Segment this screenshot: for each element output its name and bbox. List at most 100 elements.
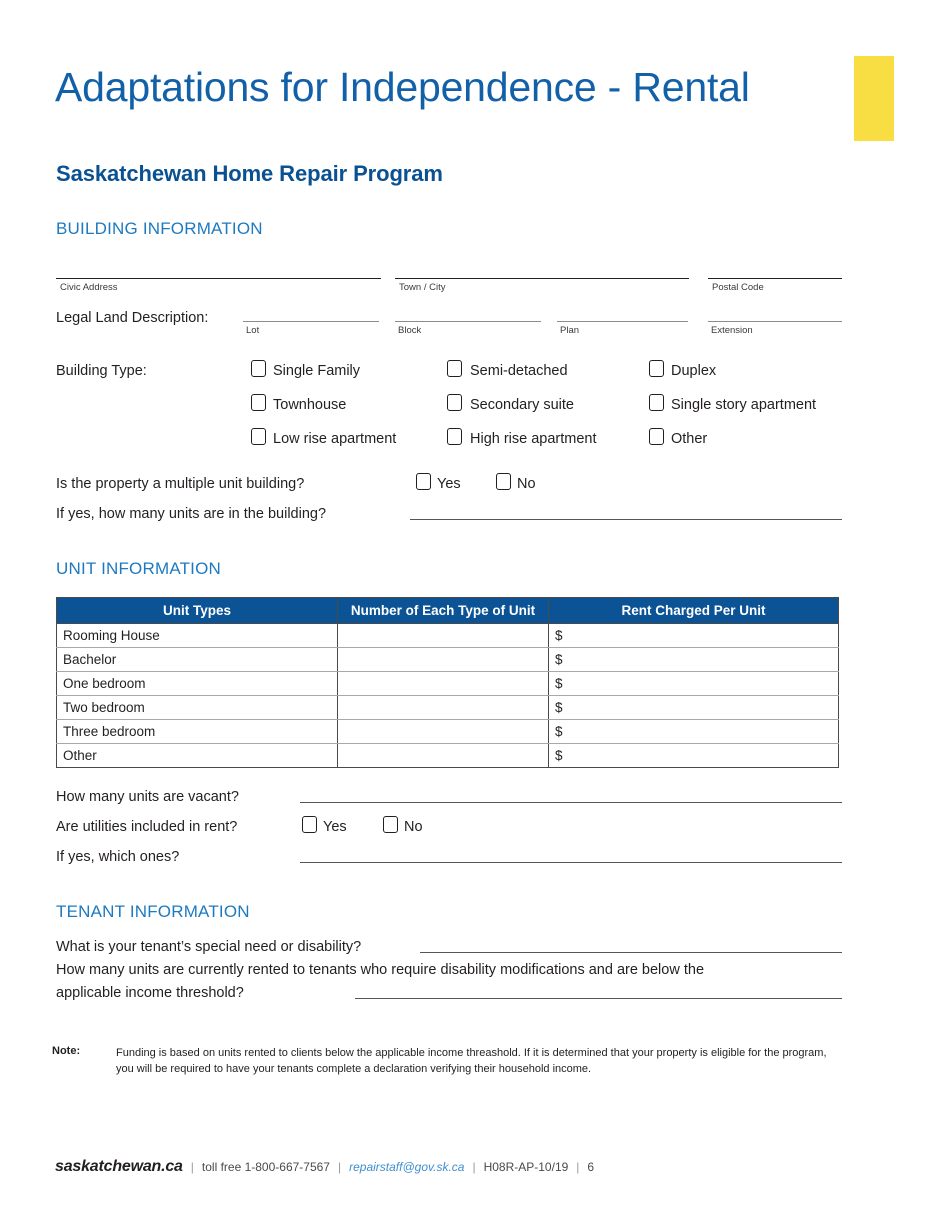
multiple-unit-question: Is the property a multiple unit building… (56, 476, 305, 492)
checkbox-label-townhouse: Townhouse (273, 397, 347, 413)
cell-unit-rent[interactable]: $ (548, 671, 839, 696)
checkbox-label-low-rise-apartment: Low rise apartment (273, 431, 397, 447)
checkbox-label-utilities-yes: Yes (323, 819, 347, 835)
checkbox-utilities-yes[interactable] (302, 816, 317, 833)
program-subtitle: Saskatchewan Home Repair Program (56, 161, 443, 186)
checkbox-label-single-story-apartment: Single story apartment (671, 397, 817, 413)
checkbox-label-utilities-no: No (404, 819, 423, 835)
cell-unit-count[interactable] (337, 671, 549, 696)
block-caption: Block (398, 325, 422, 336)
checkbox-label-single-family: Single Family (273, 363, 361, 379)
checkbox-label-duplex: Duplex (671, 363, 717, 379)
town-city-field[interactable] (395, 278, 689, 279)
checkbox-label-multiple-unit-no: No (517, 476, 536, 492)
checkbox-semi-detached[interactable] (447, 360, 462, 377)
town-city-caption: Town / City (399, 282, 446, 293)
table-row: Three bedroom $ (56, 719, 839, 744)
footer-brand[interactable]: saskatchewan.ca (55, 1158, 183, 1176)
checkbox-label-high-rise-apartment: High rise apartment (470, 431, 597, 447)
table-row: Two bedroom $ (56, 695, 839, 720)
page-title: Adaptations for Independence - Rental (55, 64, 750, 110)
checkbox-label-multiple-unit-yes: Yes (437, 476, 461, 492)
units-vacant-field[interactable] (300, 802, 842, 803)
table-row: Bachelor $ (56, 647, 839, 672)
section-heading-unit-information: UNIT INFORMATION (56, 559, 222, 578)
page-footer: saskatchewan.ca | toll free 1-800-667-75… (55, 1158, 594, 1176)
column-header-number-of-each-type: Number of Each Type of Unit (337, 597, 549, 624)
section-heading-building-information: BUILDING INFORMATION (56, 219, 263, 238)
which-utilities-field[interactable] (300, 862, 842, 863)
cell-unit-type: One bedroom (56, 671, 338, 696)
units-in-building-field[interactable] (410, 519, 842, 520)
lot-caption: Lot (246, 325, 260, 336)
postal-code-field[interactable] (708, 278, 842, 279)
tenant-special-need-field[interactable] (420, 952, 842, 953)
note-label: Note: (52, 1045, 81, 1057)
cell-unit-rent[interactable]: $ (548, 647, 839, 672)
footer-separator: | (190, 1160, 194, 1174)
plan-field[interactable] (557, 321, 688, 322)
plan-caption: Plan (560, 325, 580, 336)
cell-unit-count[interactable] (337, 719, 549, 744)
table-header-row: Unit Types Number of Each Type of Unit R… (56, 597, 839, 624)
checkbox-duplex[interactable] (649, 360, 664, 377)
cell-unit-rent[interactable]: $ (548, 719, 839, 744)
civic-address-field[interactable] (56, 278, 381, 279)
section-heading-tenant-information: TENANT INFORMATION (56, 902, 250, 921)
footer-email-link[interactable]: repairstaff@gov.sk.ca (349, 1160, 464, 1174)
checkbox-single-story-apartment[interactable] (649, 394, 664, 411)
checkbox-multiple-unit-yes[interactable] (416, 473, 431, 490)
cell-unit-type: Bachelor (56, 647, 338, 672)
cell-unit-count[interactable] (337, 695, 549, 720)
footer-separator: | (576, 1160, 580, 1174)
checkbox-low-rise-apartment[interactable] (251, 428, 266, 445)
table-row: Other $ (56, 743, 839, 768)
tenant-rented-question-line1: How many units are currently rented to t… (56, 962, 705, 978)
cell-unit-rent[interactable]: $ (548, 743, 839, 768)
footer-separator: | (472, 1160, 476, 1174)
cell-unit-rent[interactable]: $ (548, 695, 839, 720)
checkbox-high-rise-apartment[interactable] (447, 428, 462, 445)
checkbox-label-other-building-type: Other (671, 431, 708, 447)
footer-toll-free: toll free 1-800-667-7567 (201, 1160, 330, 1174)
tenant-rented-count-field[interactable] (355, 998, 842, 999)
unit-information-table: Unit Types Number of Each Type of Unit R… (56, 597, 839, 768)
cell-unit-rent[interactable]: $ (548, 623, 839, 648)
building-type-label: Building Type: (56, 363, 147, 379)
footer-page-number: 6 (587, 1160, 595, 1174)
cell-unit-count[interactable] (337, 647, 549, 672)
note-text: Funding is based on units rented to clie… (116, 1047, 827, 1075)
checkbox-multiple-unit-no[interactable] (496, 473, 511, 490)
checkbox-label-semi-detached: Semi-detached (470, 363, 568, 379)
units-vacant-question: How many units are vacant? (56, 789, 239, 805)
which-utilities-question: If yes, which ones? (56, 849, 180, 865)
form-page: Adaptations for Independence - Rental Sa… (0, 0, 950, 1230)
footer-form-code: H08R-AP-10/19 (483, 1160, 569, 1174)
checkbox-other-building-type[interactable] (649, 428, 664, 445)
cell-unit-type: Rooming House (56, 623, 338, 648)
tenant-special-need-question: What is your tenant’s special need or di… (56, 939, 362, 955)
utilities-included-question: Are utilities included in rent? (56, 819, 238, 835)
checkbox-secondary-suite[interactable] (447, 394, 462, 411)
cell-unit-count[interactable] (337, 743, 549, 768)
block-field[interactable] (395, 321, 541, 322)
table-row: Rooming House $ (56, 623, 839, 648)
extension-caption: Extension (711, 325, 753, 336)
table-row: One bedroom $ (56, 671, 839, 696)
checkbox-utilities-no[interactable] (383, 816, 398, 833)
cell-unit-count[interactable] (337, 623, 549, 648)
footer-separator: | (337, 1160, 342, 1174)
cell-unit-type: Other (56, 743, 338, 768)
checkbox-label-secondary-suite: Secondary suite (470, 397, 574, 413)
tenant-rented-question-line2: applicable income threshold? (56, 985, 244, 1001)
legal-land-description-label: Legal Land Description: (56, 310, 209, 326)
checkbox-single-family[interactable] (251, 360, 266, 377)
column-header-rent-charged: Rent Charged Per Unit (548, 597, 839, 624)
extension-field[interactable] (708, 321, 842, 322)
units-in-building-question: If yes, how many units are in the buildi… (56, 506, 327, 522)
checkbox-townhouse[interactable] (251, 394, 266, 411)
column-header-unit-types: Unit Types (56, 597, 338, 624)
lot-field[interactable] (243, 321, 379, 322)
yellow-accent-block (854, 56, 894, 141)
cell-unit-type: Two bedroom (56, 695, 338, 720)
